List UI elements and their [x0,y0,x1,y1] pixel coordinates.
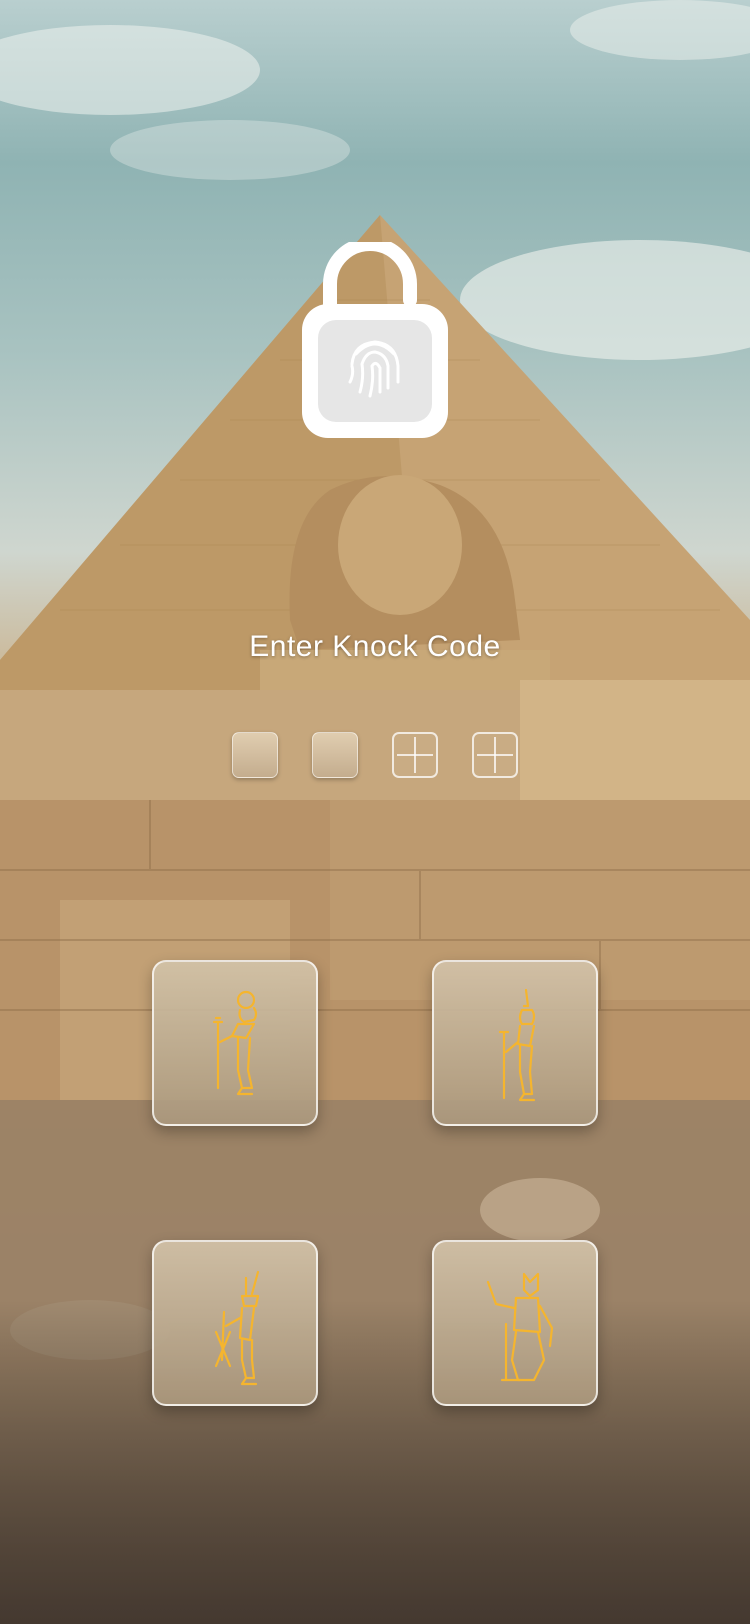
maat-deity-icon [498,988,536,1102]
ra-deity-icon [212,990,258,1096]
code-progress-indicator [0,732,750,780]
knock-key-ra[interactable] [152,960,318,1126]
knock-code-title: Enter Knock Code [249,630,501,663]
code-slot-empty [392,732,438,778]
knock-key-anubis[interactable] [432,1240,598,1406]
horus-deity-icon [214,1270,260,1386]
code-slot-filled [312,732,358,778]
code-slot-filled [232,732,278,778]
knock-key-horus[interactable] [152,1240,318,1406]
code-slot-empty [472,732,518,778]
anubis-deity-icon [486,1272,554,1382]
fingerprint-padlock-icon[interactable] [298,242,452,442]
lock-screen: Enter Knock Code [0,0,750,1624]
knock-key-maat[interactable] [432,960,598,1126]
